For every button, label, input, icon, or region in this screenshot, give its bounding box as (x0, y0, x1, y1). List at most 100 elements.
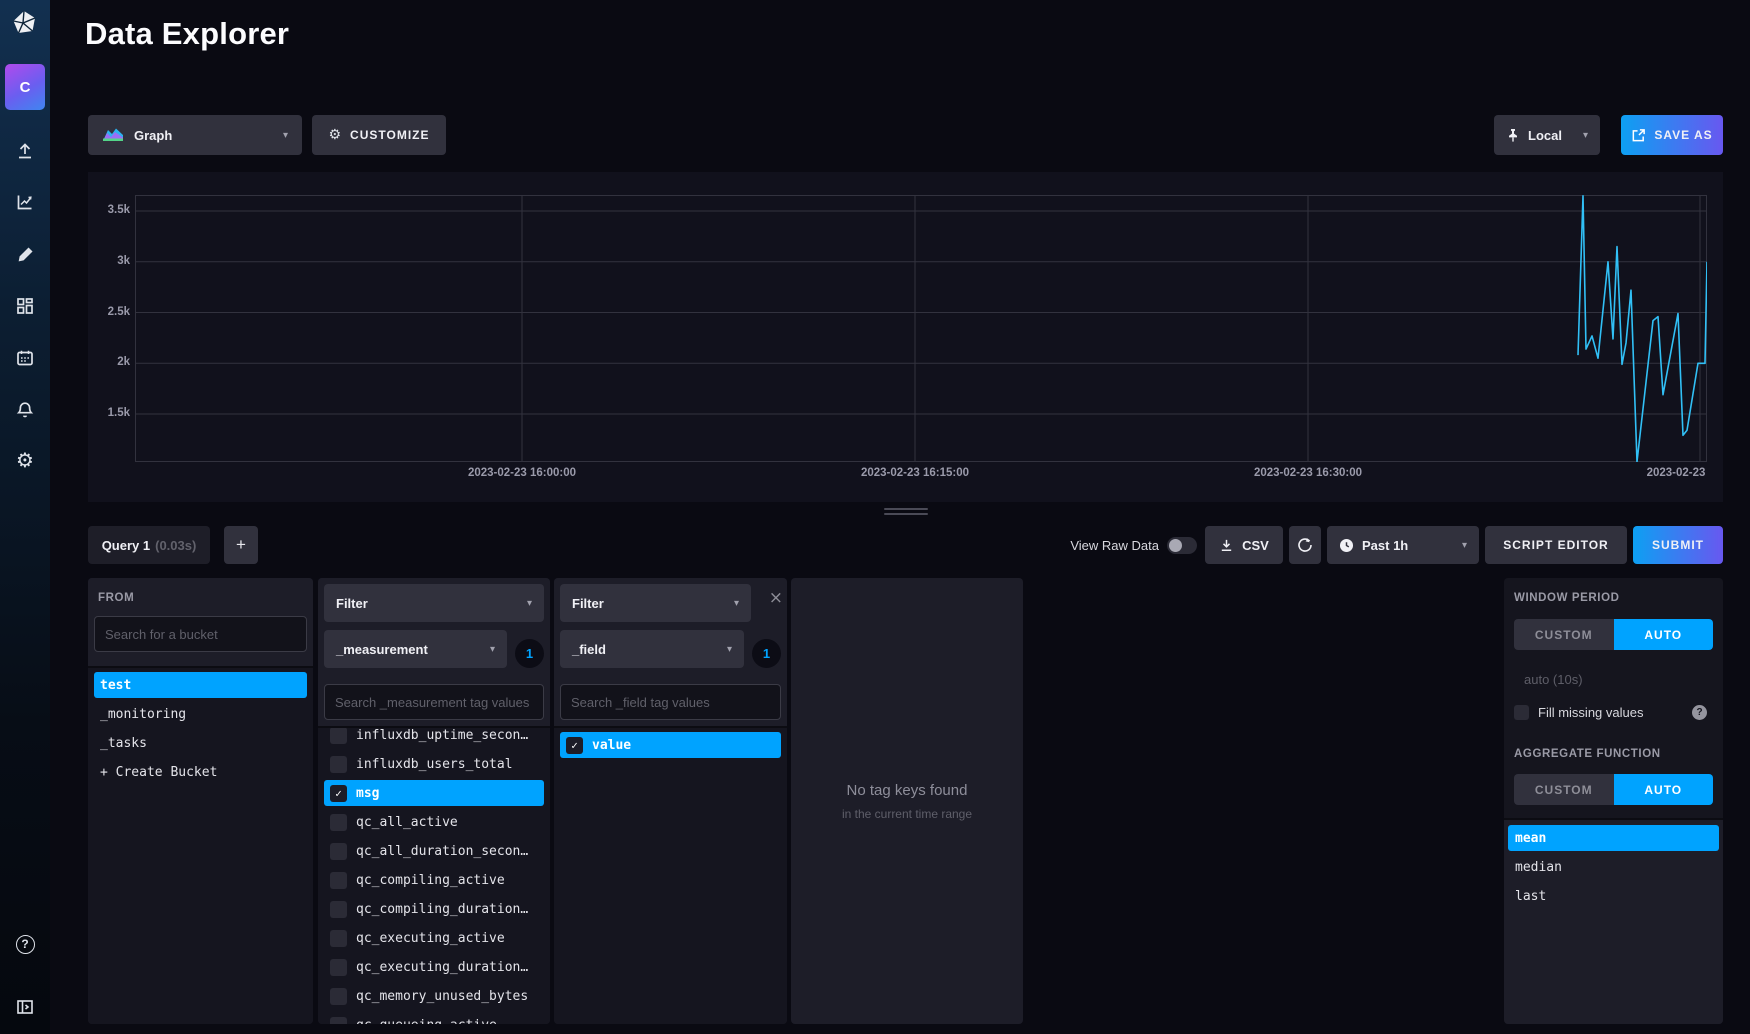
aggregate-item[interactable]: last (1508, 883, 1719, 909)
bucket-search-input[interactable] (94, 616, 307, 652)
bucket-item[interactable]: _tasks (94, 730, 307, 756)
sidebar-item-tasks[interactable] (0, 347, 50, 369)
expand-panel-icon (15, 997, 35, 1017)
aggregate-item[interactable]: mean (1508, 825, 1719, 851)
time-range-dropdown[interactable]: Past 1h ▾ (1327, 526, 1479, 564)
checkbox[interactable]: ✓ (566, 737, 583, 754)
measurement-item[interactable]: influxdb_users_total (324, 751, 544, 777)
tag-key-dropdown[interactable]: _measurement ▾ (324, 630, 507, 668)
chevron-down-icon: ▾ (283, 130, 288, 141)
fill-missing-checkbox[interactable] (1514, 705, 1529, 720)
view-raw-data-label: View Raw Data (1070, 538, 1159, 553)
item-label: qc_queueing_active (356, 1018, 497, 1025)
chevron-down-icon: ▾ (734, 598, 739, 609)
checkbox[interactable] (330, 1017, 347, 1025)
y-tick-label: 3.5k (90, 204, 130, 216)
sidebar-item-settings[interactable]: ⚙ (0, 449, 50, 471)
checkbox[interactable] (330, 756, 347, 773)
view-type-dropdown[interactable]: Graph ▾ (88, 115, 302, 155)
sidebar-item-data-explorer[interactable] (0, 191, 50, 213)
checkbox[interactable] (330, 814, 347, 831)
chevron-down-icon: ▾ (1462, 540, 1467, 551)
local-label: Local (1528, 128, 1562, 143)
chart-svg[interactable] (135, 195, 1707, 462)
checkbox[interactable] (330, 872, 347, 889)
script-editor-button[interactable]: SCRIPT EDITOR (1485, 526, 1627, 564)
sidebar-item-notebooks[interactable] (0, 243, 50, 265)
field-filter-card: Filter ▾ × _field ▾ 1 ✓value (554, 578, 787, 1024)
aggregate-item[interactable]: median (1508, 854, 1719, 880)
view-raw-data-toggle[interactable] (1167, 537, 1197, 554)
measurement-item[interactable]: ✓ msg (324, 780, 544, 806)
measurement-item[interactable]: qc_memory_unused_bytes (324, 983, 544, 1009)
measurement-item[interactable]: qc_compiling_active (324, 867, 544, 893)
bucket-item[interactable]: _monitoring (94, 701, 307, 727)
field-search-input[interactable] (560, 684, 781, 720)
measurement-item[interactable]: qc_all_active (324, 809, 544, 835)
chevron-down-icon: ▾ (727, 644, 732, 655)
tag-key-dropdown[interactable]: _field ▾ (560, 630, 744, 668)
filter-type-dropdown[interactable]: Filter ▾ (324, 584, 544, 622)
help-tooltip-icon[interactable]: ? (1692, 705, 1707, 720)
aggregate-function-list: mean median last (1504, 818, 1723, 1024)
influxdb-logo[interactable] (0, 10, 50, 38)
item-label: qc_all_active (356, 815, 458, 830)
measurement-item[interactable]: qc_compiling_duration… (324, 896, 544, 922)
checkbox[interactable]: ✓ (330, 785, 347, 802)
sidebar-item-alerts[interactable] (0, 399, 50, 421)
local-dropdown[interactable]: Local ▾ (1494, 115, 1600, 155)
refresh-button[interactable] (1289, 526, 1321, 564)
measurement-search-input[interactable] (324, 684, 544, 720)
filter-type-dropdown[interactable]: Filter ▾ (560, 584, 751, 622)
sidebar-expand-toggle[interactable] (0, 996, 50, 1018)
bucket-item[interactable]: test (94, 672, 307, 698)
item-label: qc_compiling_active (356, 873, 505, 888)
checkbox[interactable] (330, 959, 347, 976)
checkbox[interactable] (330, 843, 347, 860)
save-as-button[interactable]: SAVE AS (1621, 115, 1723, 155)
pin-icon (1506, 128, 1520, 143)
measurement-item[interactable]: influxdb_uptime_secon… (324, 726, 544, 748)
download-icon (1219, 538, 1234, 553)
sidebar-item-load-data[interactable] (0, 140, 50, 162)
measurement-item[interactable]: qc_queueing_active (324, 1012, 544, 1024)
sidebar-item-dashboards[interactable] (0, 295, 50, 317)
aggregate-auto-button[interactable]: AUTO (1614, 774, 1714, 805)
checkbox[interactable] (330, 930, 347, 947)
view-type-label: Graph (134, 128, 172, 143)
save-as-label: SAVE AS (1654, 128, 1712, 142)
bucket-item[interactable]: + Create Bucket (94, 759, 307, 785)
help-icon: ? (16, 935, 35, 954)
measurement-item[interactable]: qc_executing_active (324, 925, 544, 951)
checkbox[interactable] (330, 727, 347, 744)
window-custom-button[interactable]: CUSTOM (1514, 619, 1614, 650)
add-query-button[interactable]: + (224, 526, 258, 564)
field-item[interactable]: ✓ value (560, 732, 781, 758)
close-icon[interactable]: × (769, 588, 783, 608)
checkbox[interactable] (330, 901, 347, 918)
tag-keys-empty-card: No tag keys found in the current time ra… (791, 578, 1023, 1024)
data-explorer-page: C (0, 0, 1750, 1034)
item-label: qc_memory_unused_bytes (356, 989, 528, 1004)
x-tick-label: 2023-02-23 16:00:00 (468, 467, 576, 479)
item-label: qc_all_duration_secon… (356, 844, 528, 859)
customize-button[interactable]: ⚙ CUSTOMIZE (312, 115, 446, 155)
item-label: msg (356, 786, 379, 801)
query-controls: View Raw Data CSV Past 1h ▾ SCRIPT EDITO… (1070, 526, 1723, 564)
graph-type-icon (102, 127, 124, 143)
export-icon (1631, 128, 1646, 143)
csv-download-button[interactable]: CSV (1205, 526, 1283, 564)
query-tab[interactable]: Query 1 (0.03s) (88, 526, 210, 564)
query-tab-label: Query 1 (102, 538, 150, 553)
measurement-item[interactable]: qc_executing_duration… (324, 954, 544, 980)
window-auto-button[interactable]: AUTO (1614, 619, 1714, 650)
org-avatar[interactable]: C (5, 64, 45, 110)
sidebar-item-help[interactable]: ? (0, 933, 50, 955)
window-auto-hint: auto (10s) (1524, 672, 1713, 687)
aggregate-custom-button[interactable]: CUSTOM (1514, 774, 1614, 805)
measurement-item[interactable]: qc_all_duration_secon… (324, 838, 544, 864)
checkbox[interactable] (330, 988, 347, 1005)
submit-button[interactable]: SUBMIT (1633, 526, 1723, 564)
panel-resize-handle[interactable] (884, 508, 928, 518)
item-label: value (592, 738, 631, 753)
